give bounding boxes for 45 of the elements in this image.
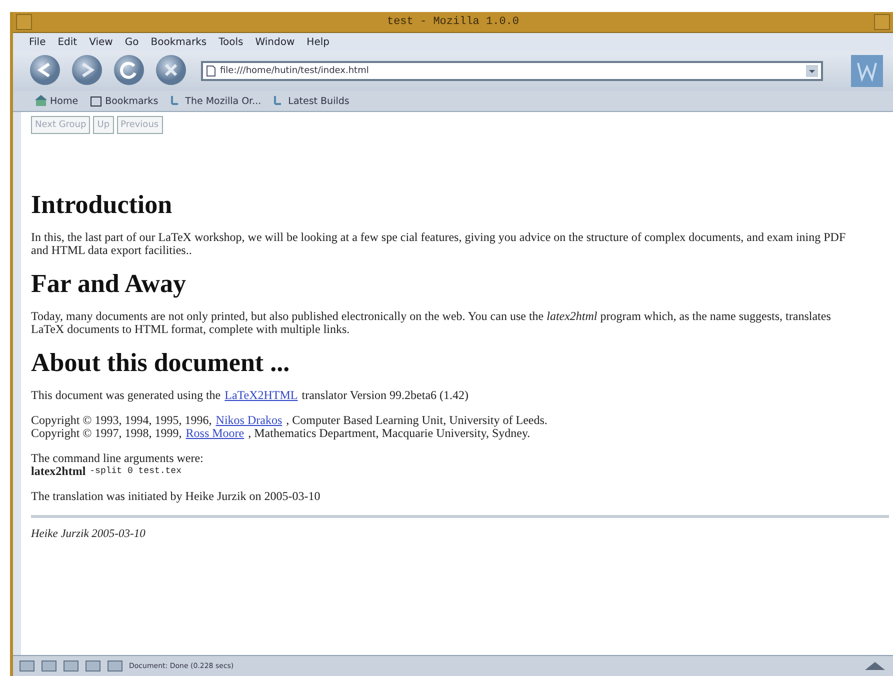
toolbar-link[interactable]: The Mozilla Or...	[170, 95, 262, 107]
paragraph-text: Copyright © 1993, 1994, 1995, 1996,	[31, 414, 212, 427]
paragraph-text: translator Version 99.2beta6 (1.42)	[302, 389, 469, 402]
paragraph-text: , Computer Based Learning Unit, University of Leeds.	[286, 414, 548, 427]
minimize-button[interactable]	[874, 14, 890, 30]
heading: Introduction	[31, 190, 174, 220]
toolbar-link[interactable]: Home	[35, 95, 78, 107]
toolbar-link[interactable]: Bookmarks	[90, 95, 158, 107]
heading: About this document ...	[31, 348, 291, 378]
stop-button[interactable]	[155, 54, 189, 88]
code-text: -split 0 test.tex	[90, 465, 182, 478]
folder-icon	[90, 95, 102, 107]
address-field[interactable]: file:///home/hutin/test/index.html	[201, 61, 823, 81]
menu-item[interactable]: File	[29, 36, 46, 48]
menu-item[interactable]: Window	[255, 36, 295, 48]
command-text: latex2html	[31, 465, 86, 478]
paragraph-text: Copyright © 1997, 1998, 1999,	[31, 427, 182, 440]
menu-item[interactable]: Go	[124, 36, 139, 48]
address-text: Heike Jurzik 2005-03-10	[31, 528, 146, 540]
dropdown-icon[interactable]	[806, 65, 818, 77]
menu-item[interactable]: Bookmarks	[150, 36, 207, 48]
toolbar-link[interactable]: Latest Builds	[273, 95, 350, 107]
menu-item[interactable]: View	[89, 36, 113, 48]
paragraph-text: In this, the last part of our LaTeX workshop, we will be looking at a few spe cial features, giving you advice on the structure of complex documents, and exam ining PDF and HTML data export facilities..	[31, 231, 847, 257]
link[interactable]: Nikos Drakos	[216, 414, 282, 427]
heading: Far and Away	[31, 269, 188, 299]
paragraph-text: The command line arguments were:	[31, 452, 204, 465]
page-icon	[206, 65, 216, 77]
menu-item[interactable]: Edit	[58, 36, 78, 48]
reload-button[interactable]	[113, 54, 147, 88]
house-icon	[35, 95, 47, 107]
paragraph-text: The translation was initiated by Heike Jurzik on 2005-03-10	[31, 490, 320, 503]
link[interactable]: LaTeX2HTML	[224, 389, 298, 402]
link[interactable]: Ross Moore	[186, 427, 244, 440]
menu-item[interactable]: Help	[306, 36, 330, 48]
window-icon[interactable]	[19, 660, 35, 672]
forward-button[interactable]	[71, 54, 105, 88]
window-title: test - Mozilla 1.0.0	[386, 16, 520, 28]
menu-item[interactable]: Tools	[218, 36, 244, 48]
back-button[interactable]	[29, 54, 63, 88]
paragraph-text: This document was generated using the	[31, 389, 221, 402]
window-menu-button[interactable]	[16, 14, 32, 30]
paragraph-text: , Mathematics Department, Macquarie University, Sydney.	[248, 427, 530, 440]
paragraph-text: Today, many documents are not only printed, but also published electronically on the web. You can use the latex2html program which, as the name suggests, translates LaTeX documents to HTML format, complete with multiple links.	[31, 310, 832, 336]
throbber-icon	[851, 55, 883, 87]
